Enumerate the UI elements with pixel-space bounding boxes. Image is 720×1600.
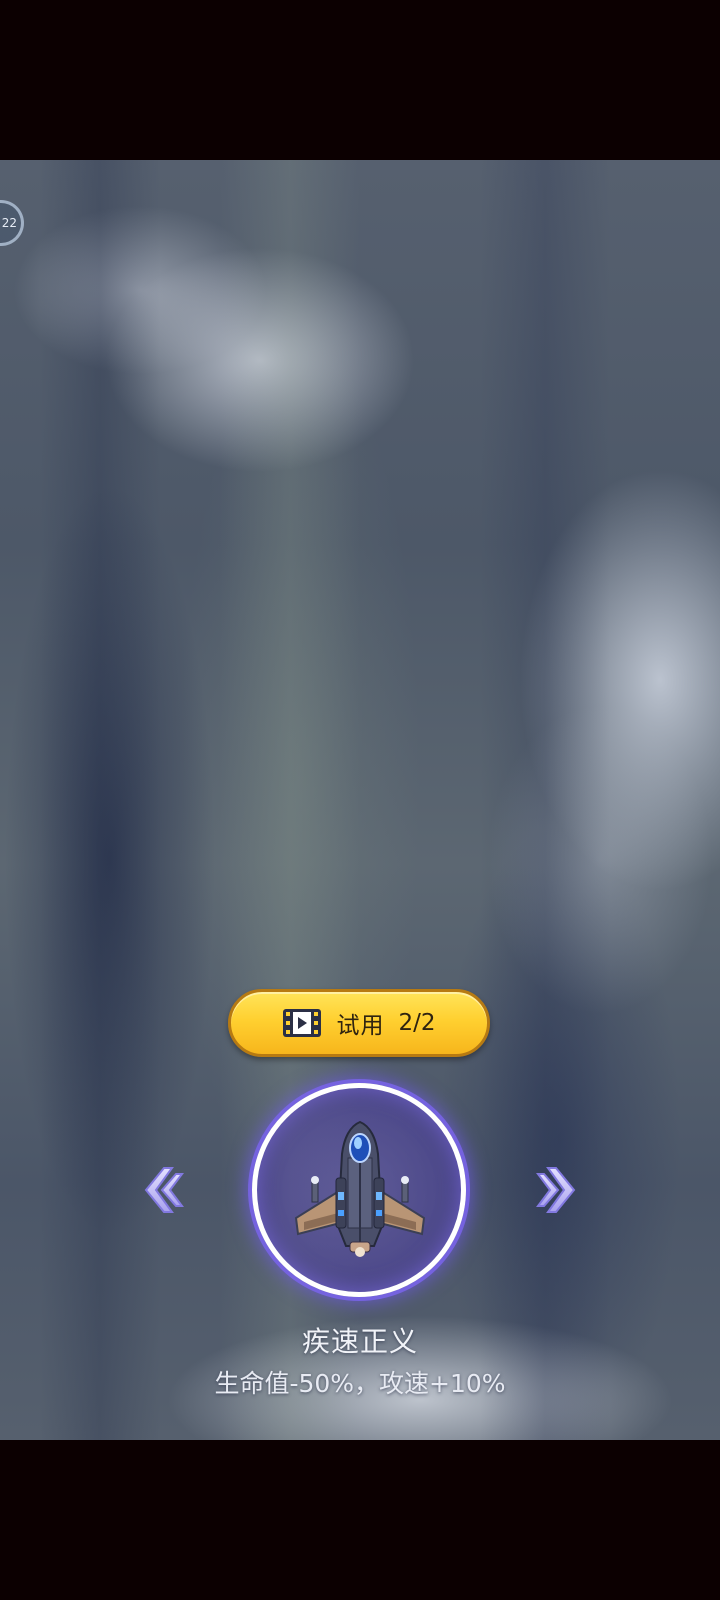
trial-count: 2/2 — [398, 1010, 436, 1036]
double-chevron-right-icon[interactable] — [536, 1162, 578, 1218]
trial-button[interactable]: 试用 2/2 — [228, 989, 490, 1057]
fighter-jet-icon — [294, 1120, 426, 1257]
sky-streak — [480, 160, 610, 1440]
video-film-icon — [283, 1009, 322, 1037]
double-chevron-left-icon[interactable] — [142, 1162, 184, 1218]
sky-streak — [40, 160, 160, 1440]
letterbox-bottom — [0, 1440, 720, 1600]
timer-badge-text: 22 — [1, 216, 17, 230]
trial-label: 试用 — [336, 1013, 385, 1039]
letterbox-top — [0, 0, 720, 160]
plane-stats: 生命值-50%，攻速+10% — [214, 1369, 506, 1398]
plane-name: 疾速正义 — [301, 1325, 418, 1358]
game-screen: 22 试用 2/2 疾速正义 生命值-50%，攻速+10% — [0, 0, 720, 1600]
